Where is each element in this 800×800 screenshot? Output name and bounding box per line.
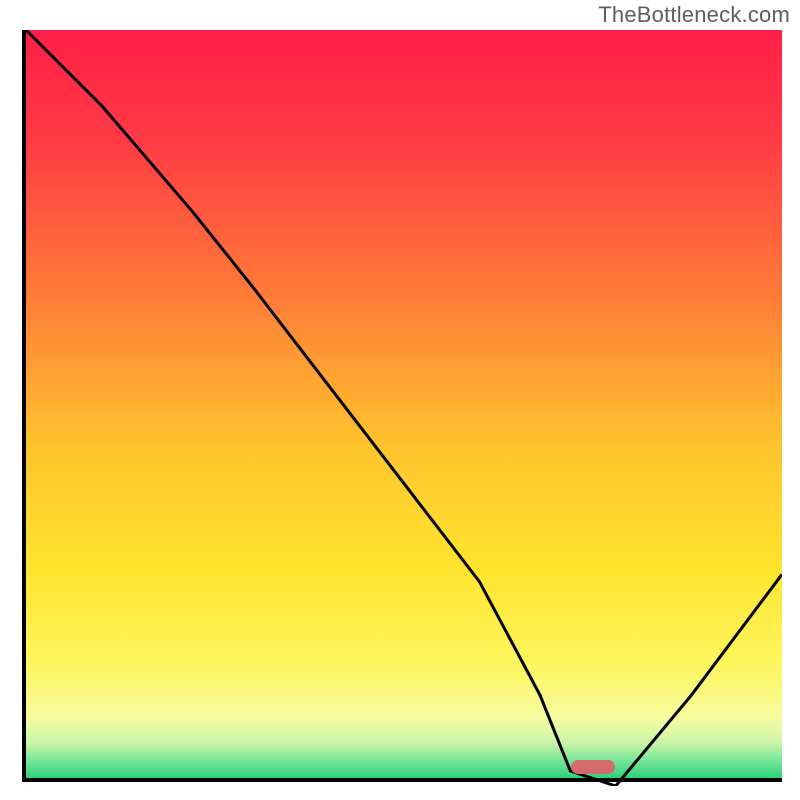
bottleneck-curve xyxy=(26,30,782,786)
chart-container: TheBottleneck.com xyxy=(0,0,800,800)
watermark-text: TheBottleneck.com xyxy=(598,2,790,28)
optimal-marker xyxy=(571,760,615,774)
plot-area xyxy=(26,30,782,778)
